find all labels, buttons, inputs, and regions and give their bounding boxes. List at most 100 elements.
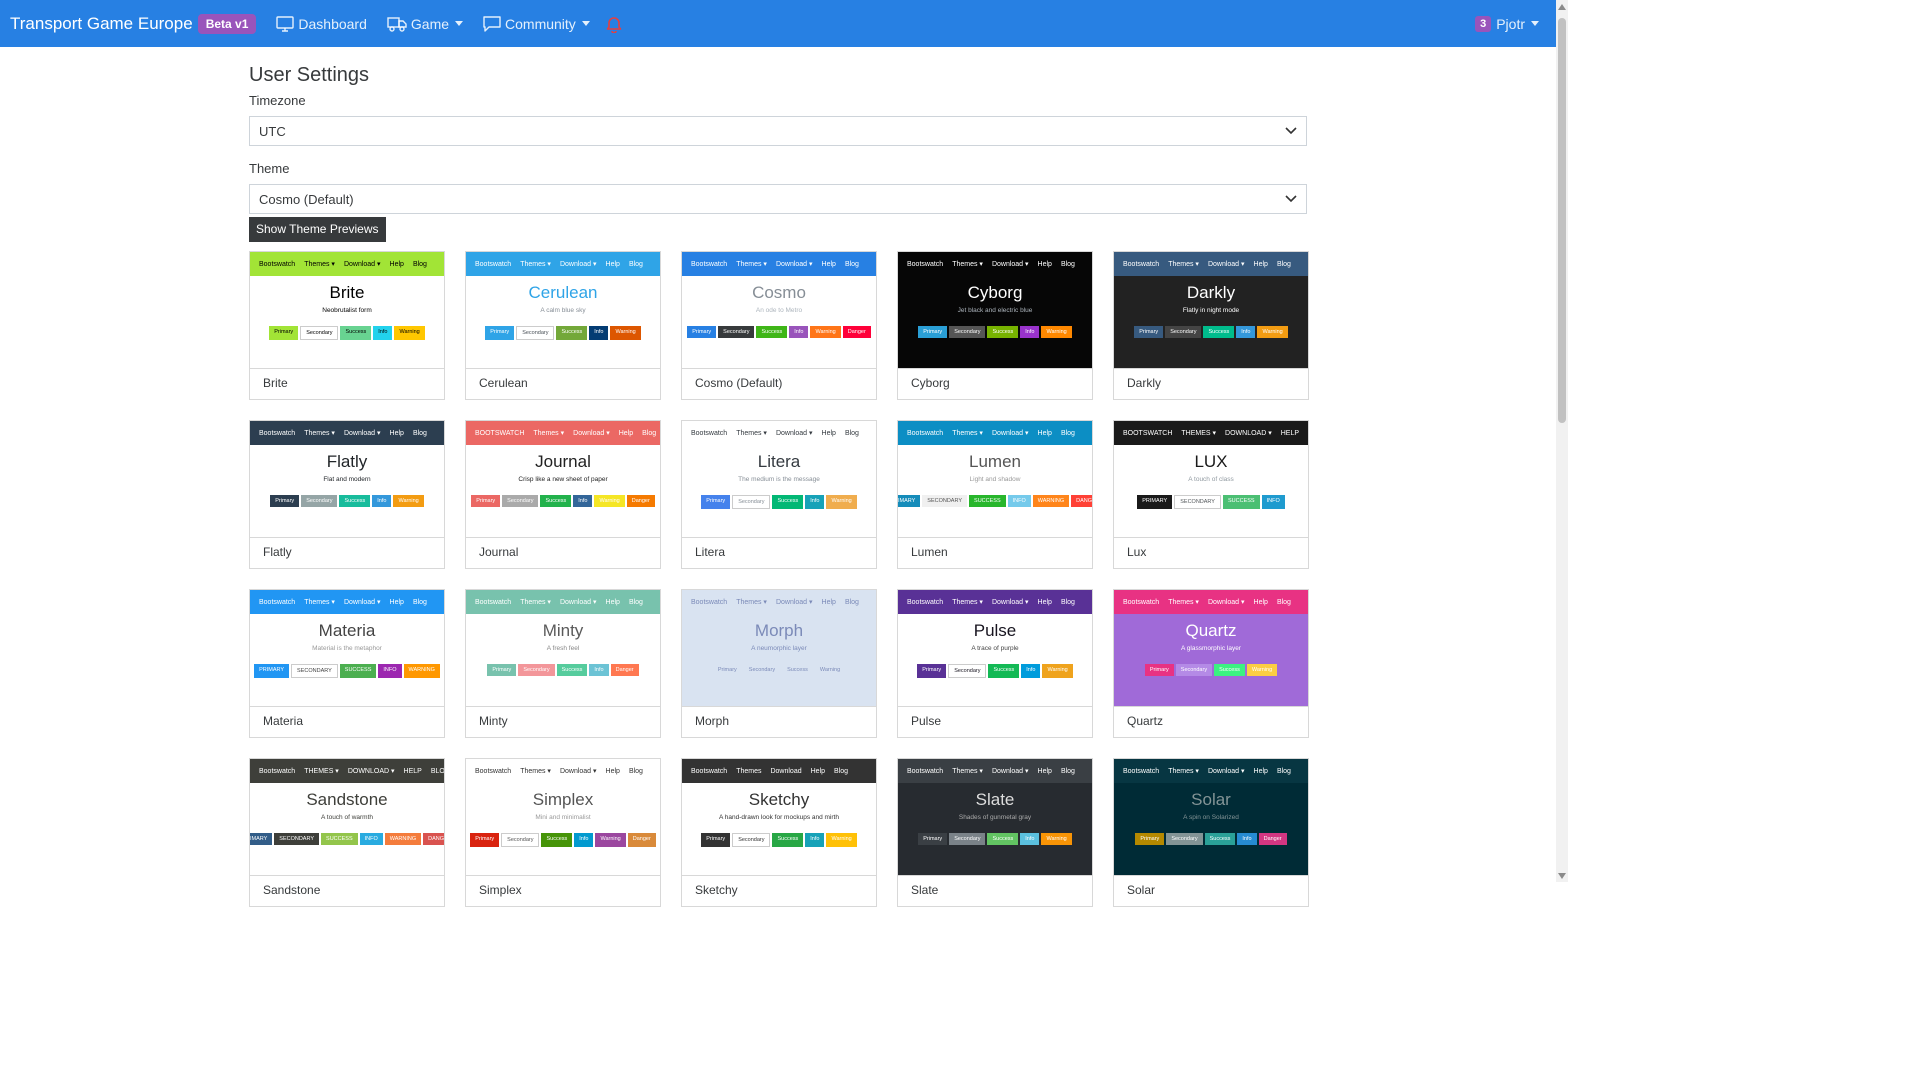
theme-card-name: Morph — [695, 714, 730, 728]
scroll-up-arrow-icon[interactable] — [1558, 4, 1566, 10]
preview-button: Warning — [610, 326, 641, 340]
theme-preview-image: Bootswatch Themes ▾ Download ▾ Help Blog Quar… — [1114, 590, 1308, 707]
preview-nav-item: DOWNLOAD ▾ — [1225, 430, 1272, 437]
preview-nav-item: HELP — [1280, 429, 1300, 437]
preview-nav-item: Download ▾ — [991, 599, 1029, 606]
theme-card[interactable]: BOOTSWATCH THEMES ▾ DOWNLOAD ▾ HELP LUX A tou… — [1113, 420, 1309, 569]
preview-nav-item: THEMES ▾ — [304, 768, 339, 775]
preview-button: Info — [805, 495, 825, 509]
preview-button: PRIMARY — [1137, 495, 1173, 509]
theme-card[interactable]: Bootswatch Themes ▾ Download ▾ Help Blog Mint… — [465, 589, 661, 738]
preview-nav-item: Help — [1037, 598, 1052, 606]
preview-title: Darkly — [1186, 283, 1236, 302]
theme-select[interactable]: Cosmo (Default) — [249, 184, 1307, 214]
scroll-down-arrow-icon[interactable] — [1558, 873, 1566, 879]
caret-down-icon — [581, 21, 590, 26]
preview-navbar: Bootswatch Themes ▾ Download ▾ Help Blog — [466, 252, 660, 276]
preview-subtitle: Neobrutalist form — [322, 307, 372, 314]
theme-card[interactable]: Bootswatch Themes ▾ Download ▾ Help Blog Dark… — [1113, 251, 1309, 400]
preview-nav-item: Blog — [1276, 260, 1291, 268]
preview-subtitle: Crisp like a new sheet of paper — [518, 476, 608, 483]
preview-navbar: Bootswatch Themes ▾ Download ▾ Help Blog — [466, 590, 660, 614]
preview-button: Primary — [701, 833, 731, 847]
theme-card[interactable]: BOOTSWATCH Themes ▾ Download ▾ Help Blog Jour… — [465, 420, 661, 569]
user-menu[interactable]: 3 Pjotr — [1475, 0, 1539, 47]
theme-card[interactable]: Bootswatch Themes ▾ Download ▾ Help Blog Morp… — [681, 589, 877, 738]
preview-buttons: Primary Secondary Success Warning — [682, 664, 876, 676]
theme-card[interactable]: Bootswatch Themes ▾ Download ▾ Help Blog Slat… — [897, 758, 1093, 907]
theme-card-name: Cosmo (Default) — [695, 376, 783, 390]
brand-title[interactable]: Transport Game Europe — [10, 14, 193, 34]
preview-button: Info — [805, 833, 825, 847]
theme-card[interactable]: Bootswatch Themes ▾ Download ▾ Help Blog Brit… — [249, 251, 445, 400]
nav-dashboard[interactable]: Dashboard — [276, 16, 367, 32]
preview-button: Success — [339, 495, 371, 507]
theme-card[interactable]: Bootswatch Themes ▾ Download ▾ Help Blog Puls… — [897, 589, 1093, 738]
preview-button: SECONDARY — [291, 664, 338, 678]
preview-body: Journal Crisp like a new sheet of paper Pr… — [466, 445, 660, 507]
preview-button: INFO — [1261, 495, 1285, 509]
page-scrollbar[interactable] — [1556, 0, 1568, 882]
preview-button: SUCCESS — [339, 664, 377, 678]
preview-button: DANGER — [423, 833, 444, 845]
theme-card[interactable]: Bootswatch Themes ▾ Download ▾ Help Blog Lume… — [897, 420, 1093, 569]
preview-button: Primary — [269, 326, 299, 340]
show-theme-previews-button[interactable]: Show Theme Previews — [249, 217, 386, 242]
theme-card[interactable]: Bootswatch Themes ▾ Download ▾ Help Blog Sola… — [1113, 758, 1309, 907]
preview-button: Warning — [826, 833, 857, 847]
theme-card[interactable]: Bootswatch Themes ▾ Download ▾ Help Blog Cybo… — [897, 251, 1093, 400]
preview-button: Success — [340, 326, 372, 340]
nav-community[interactable]: Community — [483, 16, 590, 32]
theme-card[interactable]: Bootswatch Themes ▾ Download ▾ Help Blog Mate… — [249, 589, 445, 738]
preview-nav-item: Themes ▾ — [520, 768, 551, 775]
preview-body: Lumen Light and shadow PRIMARYSECONDARYSUC… — [898, 445, 1092, 507]
preview-button: SECONDARY — [922, 495, 968, 507]
page-title: User Settings — [249, 64, 370, 86]
theme-preview-image: Bootswatch Themes ▾ Download ▾ Help Blog Mint… — [466, 590, 660, 707]
preview-body: Quartz A glassmorphic layer Primary Seconda… — [1114, 614, 1308, 676]
preview-title: Minty — [542, 621, 584, 640]
preview-body: Sketchy A hand-drawn look for mockups and… — [682, 783, 876, 847]
preview-button: Success — [540, 495, 572, 507]
preview-nav-item: Download ▾ — [1207, 261, 1245, 268]
preview-nav-item: Help — [1037, 429, 1052, 437]
preview-title: Pulse — [973, 621, 1017, 640]
preview-body: Cyborg Jet black and electric blue Primary… — [898, 276, 1092, 338]
preview-nav-item: Download ▾ — [991, 768, 1029, 775]
preview-nav-item: Blog — [1060, 598, 1075, 606]
nav-game[interactable]: Game — [387, 16, 464, 32]
preview-title: Sandstone — [306, 790, 388, 809]
preview-button: SUCCESS — [1222, 495, 1260, 509]
preview-button: Danger — [626, 495, 655, 507]
preview-body: Brite Neobrutalist form Primary Secondary Su… — [250, 276, 444, 340]
preview-nav-item: Download ▾ — [559, 768, 597, 775]
preview-button: Success — [1214, 664, 1245, 676]
theme-card[interactable]: Bootswatch Themes ▾ Download ▾ Help Blog Lite… — [681, 420, 877, 569]
preview-subtitle: Light and shadow — [969, 476, 1021, 483]
theme-card[interactable]: Bootswatch Themes Download Help Blog Sketchy A… — [681, 758, 877, 907]
preview-nav-item: Bootswatch — [691, 598, 728, 606]
theme-card[interactable]: Bootswatch Themes ▾ Download ▾ Help Blog Cosm… — [681, 251, 877, 400]
theme-card[interactable]: Bootswatch THEMES ▾ DOWNLOAD ▾ HELP BLOG Sand… — [249, 758, 445, 907]
theme-card[interactable]: Bootswatch Themes ▾ Download ▾ Help Blog Simp… — [465, 758, 661, 907]
preview-nav-item: Themes ▾ — [736, 261, 767, 268]
theme-card[interactable]: Bootswatch Themes ▾ Download ▾ Help Blog Quar… — [1113, 589, 1309, 738]
timezone-select[interactable]: UTC — [249, 116, 1307, 146]
theme-preview-image: Bootswatch Themes ▾ Download ▾ Help Blog Cybo… — [898, 252, 1092, 369]
preview-nav-item: Download ▾ — [343, 430, 381, 437]
preview-nav-item: Themes ▾ — [533, 430, 565, 437]
preview-nav-item: Download ▾ — [775, 261, 813, 268]
theme-card[interactable]: Bootswatch Themes ▾ Download ▾ Help Blog Ceru… — [465, 251, 661, 400]
preview-button: Primary — [1135, 833, 1165, 845]
preview-nav-item: Help — [821, 429, 836, 437]
preview-nav-item: Blog — [412, 598, 427, 606]
settings-container: User Settings Timezone UTC Theme Cosmo (… — [249, 62, 1309, 907]
preview-navbar: Bootswatch Themes ▾ Download ▾ Help Blog — [1114, 590, 1308, 614]
theme-card-name: Journal — [479, 545, 519, 559]
notification-bell-icon[interactable] — [606, 15, 622, 33]
preview-subtitle: A neumorphic layer — [751, 645, 807, 652]
preview-button: Secondary — [518, 664, 555, 676]
scroll-thumb[interactable] — [1558, 18, 1566, 423]
theme-card[interactable]: Bootswatch Themes ▾ Download ▾ Help Blog Flat… — [249, 420, 445, 569]
preview-button: DANGER — [1071, 495, 1092, 507]
